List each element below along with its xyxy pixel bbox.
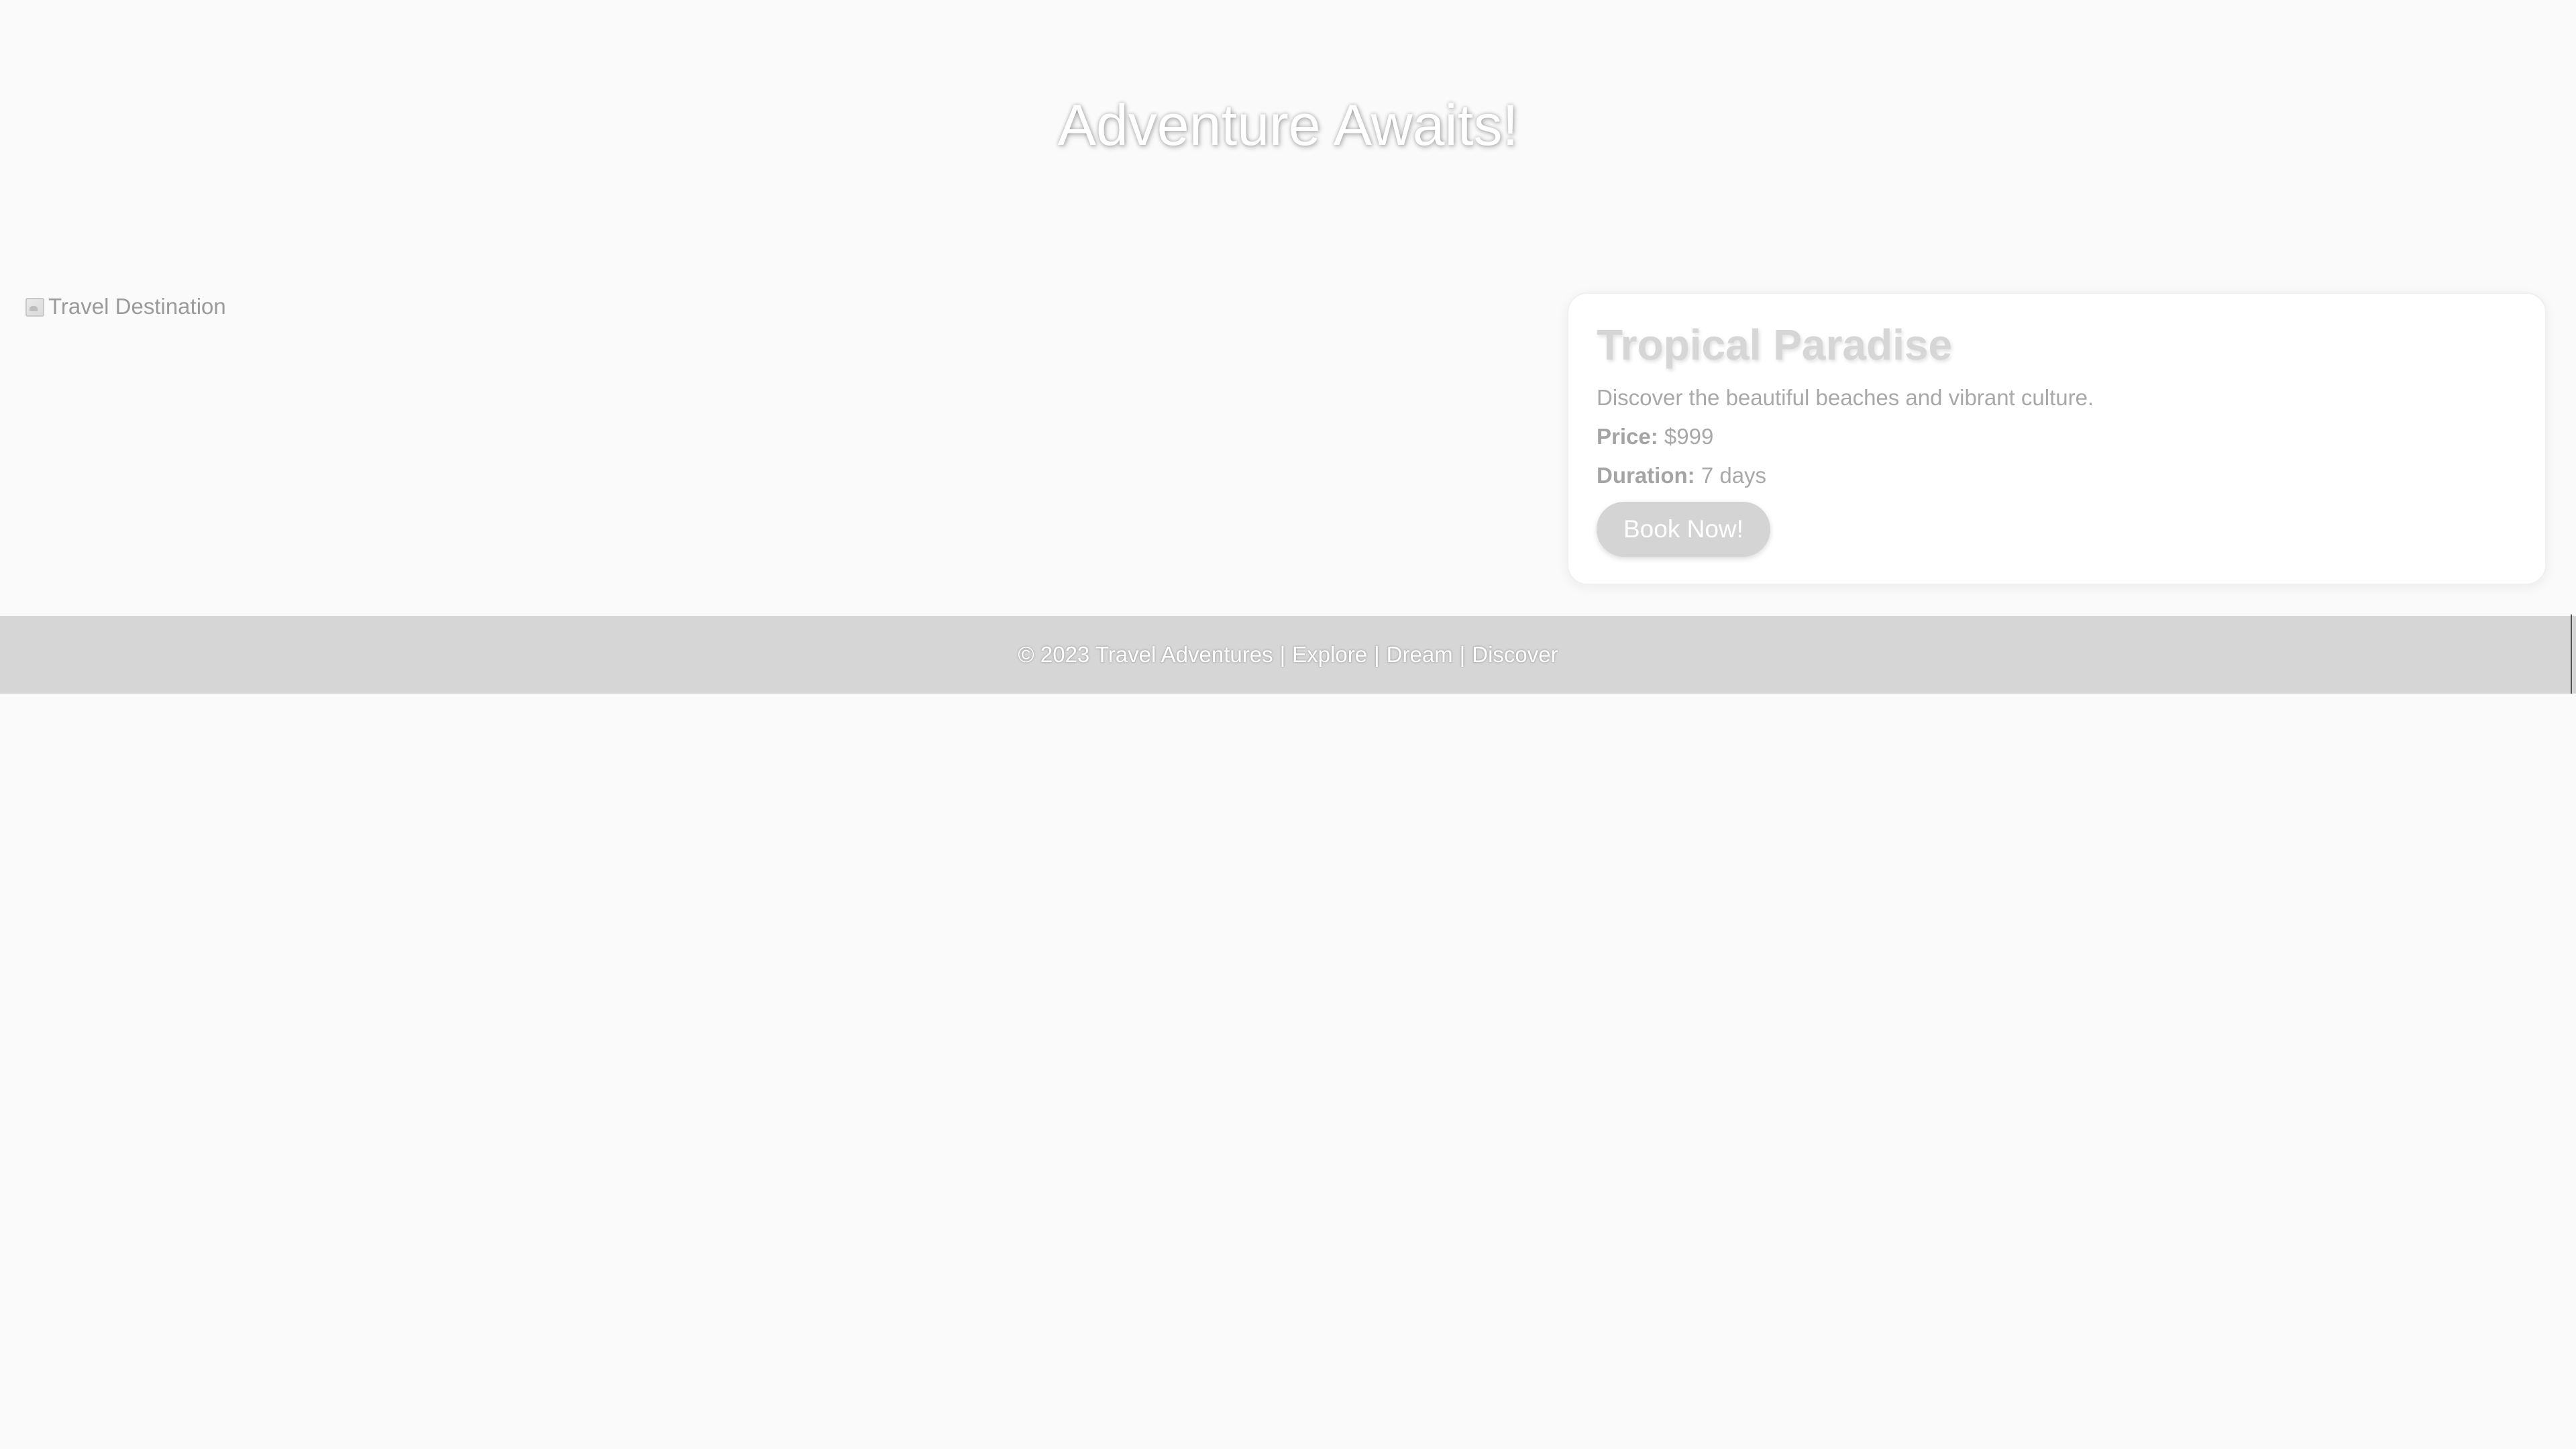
duration-label: Duration:	[1597, 462, 1695, 488]
price-label: Price:	[1597, 423, 1658, 449]
destination-image: Travel Destination	[24, 290, 1534, 585]
footer: © 2023 Travel Adventures | Explore | Dre…	[0, 616, 2576, 694]
trip-description: Discover the beautiful beaches and vibra…	[1597, 384, 2094, 410]
page: Adventure Awaits! Travel Destination Tro…	[0, 0, 2576, 1449]
scrollbar-edge	[2571, 614, 2572, 694]
footer-link-dream[interactable]: Dream	[1387, 642, 1453, 667]
footer-separator: |	[1279, 642, 1286, 667]
trip-duration: Duration: 7 days	[1597, 463, 2517, 488]
page-title: Adventure Awaits!	[1057, 93, 1519, 158]
footer-separator: |	[1459, 642, 1466, 667]
footer-separator: |	[1374, 642, 1380, 667]
destination-image-placeholder: Travel Destination	[24, 290, 1534, 323]
footer-link-discover[interactable]: Discover	[1472, 642, 1558, 667]
trip-card: Tropical Paradise Discover the beautiful…	[1567, 292, 2546, 585]
broken-image-icon	[24, 295, 46, 318]
book-now-button[interactable]: Book Now!	[1597, 501, 1770, 557]
trip-title: Tropical Paradise	[1597, 321, 1953, 369]
duration-value: 7 days	[1701, 462, 1767, 488]
destination-image-alt: Travel Destination	[48, 294, 226, 319]
price-value: $999	[1664, 423, 1714, 449]
trip-price: Price: $999	[1597, 424, 2517, 449]
footer-link-explore[interactable]: Explore	[1292, 642, 1367, 667]
footer-copyright: © 2023 Travel Adventures	[1018, 642, 1273, 667]
